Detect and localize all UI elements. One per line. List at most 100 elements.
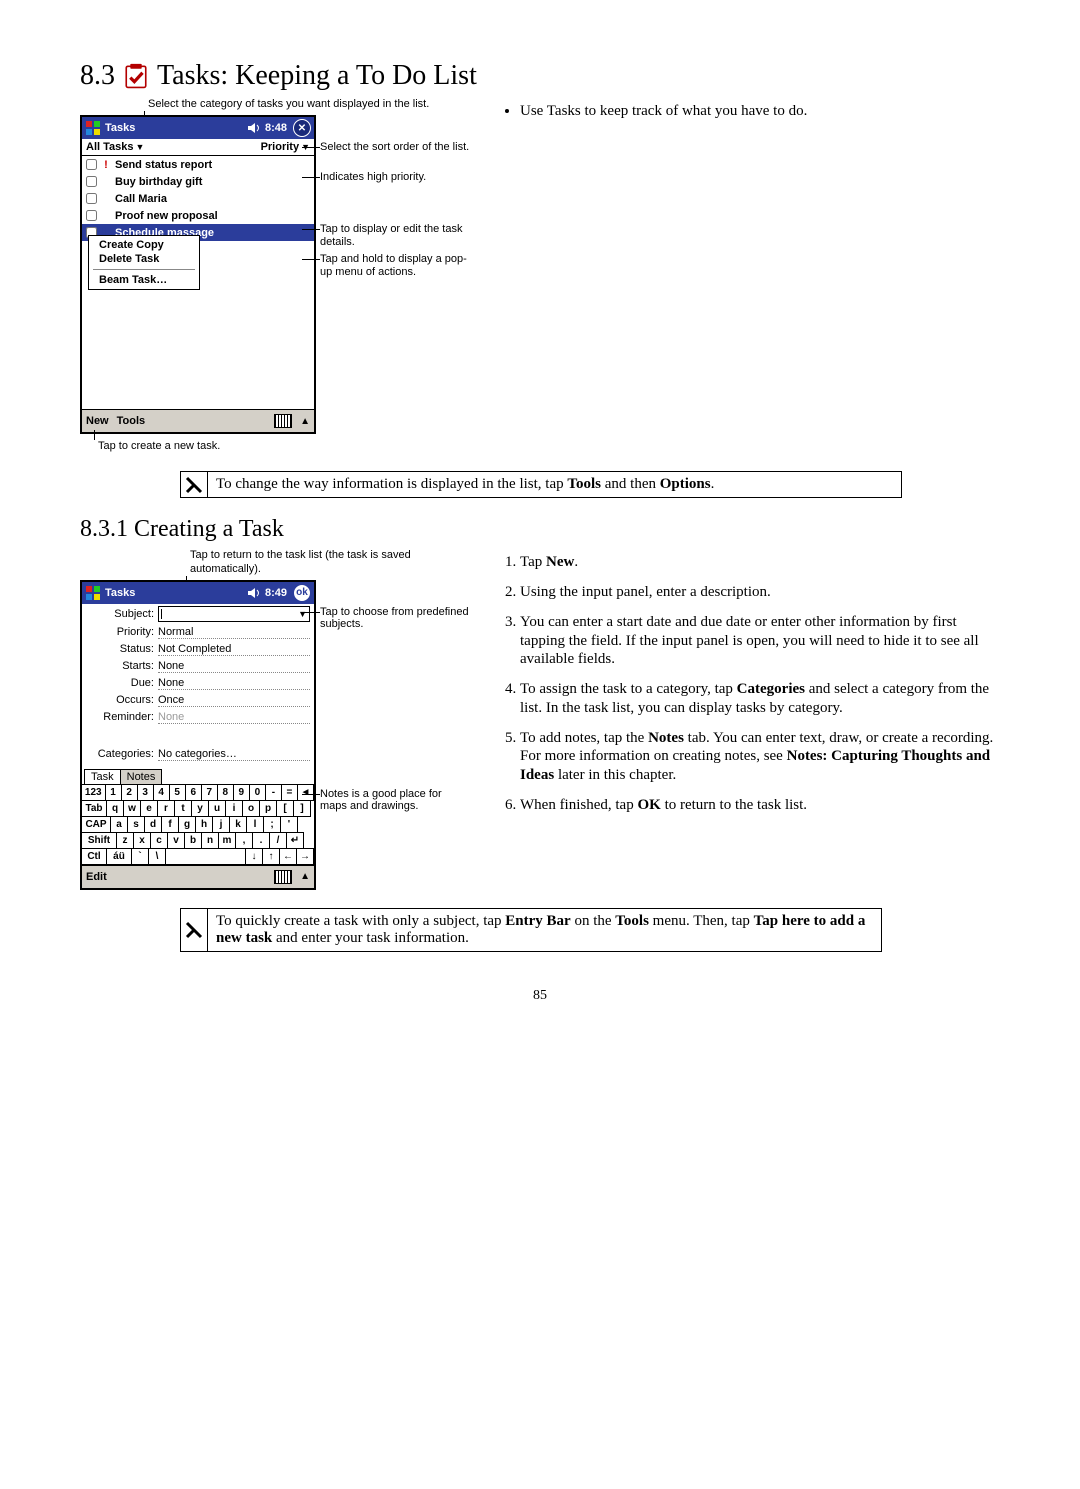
chevron-down-icon[interactable]: ▼ <box>298 609 307 619</box>
volume-icon[interactable] <box>247 122 261 134</box>
status-value[interactable]: Not Completed <box>158 643 310 656</box>
key[interactable]: n <box>201 832 219 849</box>
key-tab[interactable]: Tab <box>81 800 107 817</box>
key[interactable]: k <box>229 816 247 833</box>
task-checkbox[interactable] <box>86 210 97 221</box>
key[interactable]: 3 <box>137 784 154 801</box>
key[interactable]: 1 <box>105 784 122 801</box>
key[interactable]: ; <box>263 816 281 833</box>
key-ctl[interactable]: Ctl <box>81 848 107 865</box>
key-123[interactable]: 123 <box>81 784 106 801</box>
category-dropdown[interactable]: All Tasks ▼ <box>86 141 144 153</box>
key[interactable]: q <box>106 800 124 817</box>
key[interactable]: g <box>178 816 196 833</box>
key[interactable]: = <box>281 784 298 801</box>
task-checkbox[interactable] <box>86 176 97 187</box>
key[interactable]: p <box>259 800 277 817</box>
tab-task[interactable]: Task <box>84 769 121 784</box>
tab-notes[interactable]: Notes <box>120 769 163 784</box>
key[interactable]: / <box>269 832 287 849</box>
key[interactable]: 7 <box>201 784 218 801</box>
categories-value[interactable]: No categories… <box>158 748 310 761</box>
key[interactable]: h <box>195 816 213 833</box>
menu-create-copy[interactable]: Create Copy <box>89 238 199 252</box>
keyboard-row-4[interactable]: Shift z x c v b n m , . / ↵ <box>82 833 314 849</box>
key[interactable]: x <box>133 832 151 849</box>
status-row[interactable]: Status: Not Completed <box>82 641 314 658</box>
key-up[interactable]: ↑ <box>262 848 280 865</box>
priority-value[interactable]: Normal <box>158 626 310 639</box>
task-row[interactable]: Proof new proposal <box>82 207 314 224</box>
due-value[interactable]: None <box>158 677 310 690</box>
key[interactable]: [ <box>276 800 294 817</box>
start-icon[interactable] <box>85 585 101 601</box>
key[interactable]: s <box>127 816 145 833</box>
menu-tools[interactable]: Tools <box>117 415 146 427</box>
menu-edit[interactable]: Edit <box>86 871 107 883</box>
volume-icon[interactable] <box>247 587 261 599</box>
key-intl[interactable]: áü <box>106 848 132 865</box>
task-row[interactable]: ! Send status report <box>82 156 314 173</box>
sip-up-icon[interactable]: ▲ <box>300 416 310 427</box>
key[interactable]: ' <box>280 816 298 833</box>
key[interactable]: y <box>191 800 209 817</box>
key[interactable]: u <box>208 800 226 817</box>
key[interactable]: m <box>218 832 236 849</box>
key[interactable]: v <box>167 832 185 849</box>
starts-row[interactable]: Starts: None <box>82 658 314 675</box>
due-row[interactable]: Due: None <box>82 675 314 692</box>
key[interactable]: , <box>235 832 253 849</box>
key[interactable]: o <box>242 800 260 817</box>
keyboard-row-3[interactable]: CAP a s d f g h j k l ; ' <box>82 817 314 833</box>
key[interactable]: - <box>265 784 282 801</box>
key[interactable]: z <box>116 832 134 849</box>
key-space[interactable] <box>165 848 246 865</box>
clock[interactable]: 8:48 <box>265 122 287 134</box>
start-icon[interactable] <box>85 120 101 136</box>
occurs-row[interactable]: Occurs: Once <box>82 692 314 709</box>
key[interactable]: d <box>144 816 162 833</box>
keyboard-row-1[interactable]: 123 1 2 3 4 5 6 7 8 9 0 - = ◄ <box>82 785 314 801</box>
clock[interactable]: 8:49 <box>265 587 287 599</box>
key[interactable]: c <box>150 832 168 849</box>
key[interactable]: \ <box>148 848 166 865</box>
keyboard-row-5[interactable]: Ctl áü ` \ ↓ ↑ ← → <box>82 849 314 865</box>
key-left[interactable]: ← <box>279 848 297 865</box>
key[interactable]: e <box>140 800 158 817</box>
task-row[interactable]: Buy birthday gift <box>82 173 314 190</box>
task-context-menu[interactable]: Create Copy Delete Task Beam Task… <box>88 235 200 290</box>
starts-value[interactable]: None <box>158 660 310 673</box>
subject-row[interactable]: Subject: ▼ <box>82 604 314 624</box>
task-checkbox[interactable] <box>86 193 97 204</box>
key[interactable]: a <box>110 816 128 833</box>
menu-new[interactable]: New <box>86 415 109 427</box>
key[interactable]: 2 <box>121 784 138 801</box>
key[interactable]: 8 <box>217 784 234 801</box>
key[interactable]: w <box>123 800 141 817</box>
key[interactable]: r <box>157 800 175 817</box>
reminder-row[interactable]: Reminder: None <box>82 709 314 726</box>
key[interactable]: t <box>174 800 192 817</box>
key[interactable]: i <box>225 800 243 817</box>
categories-row[interactable]: Categories: No categories… <box>82 746 314 763</box>
key[interactable]: 4 <box>153 784 170 801</box>
key-shift[interactable]: Shift <box>81 832 117 849</box>
key[interactable]: 5 <box>169 784 186 801</box>
key-cap[interactable]: CAP <box>81 816 111 833</box>
close-icon[interactable]: ✕ <box>293 119 311 137</box>
occurs-value[interactable]: Once <box>158 694 310 707</box>
sip-up-icon[interactable]: ▲ <box>300 871 310 882</box>
subject-input[interactable]: ▼ <box>158 606 310 622</box>
soft-keyboard[interactable]: 123 1 2 3 4 5 6 7 8 9 0 - = ◄ <box>82 784 314 865</box>
key-down[interactable]: ↓ <box>245 848 263 865</box>
task-checkbox[interactable] <box>86 159 97 170</box>
key-right[interactable]: → <box>296 848 314 865</box>
menu-beam-task[interactable]: Beam Task… <box>89 273 199 287</box>
key-backspace[interactable]: ◄ <box>297 784 314 801</box>
keyboard-row-2[interactable]: Tab q w e r t y u i o p [ ] <box>82 801 314 817</box>
sip-keyboard-icon[interactable] <box>274 870 292 884</box>
key[interactable]: f <box>161 816 179 833</box>
key[interactable]: 9 <box>233 784 250 801</box>
key[interactable]: j <box>212 816 230 833</box>
key[interactable]: b <box>184 832 202 849</box>
